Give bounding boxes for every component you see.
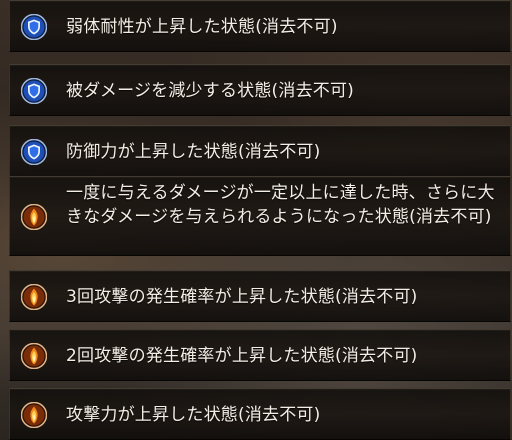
status-row: 3回攻撃の発生確率が上昇した状態(消去不可) xyxy=(9,270,511,322)
status-description: 一度に与えるダメージが一定以上に達した時、さらに大きなダメージを与えられるように… xyxy=(66,183,495,227)
status-description: 攻撃力が上昇した状態(消去不可) xyxy=(66,405,321,425)
shield-icon xyxy=(21,139,47,165)
status-row: 防御力が上昇した状態(消去不可) xyxy=(9,125,511,177)
shield-icon xyxy=(21,14,47,40)
status-description: 防御力が上昇した状態(消去不可) xyxy=(66,142,321,162)
status-row: 一度に与えるダメージが一定以上に達した時、さらに大きなダメージを与えられるように… xyxy=(9,176,511,256)
status-description: 被ダメージを減少する状態(消去不可) xyxy=(66,81,355,101)
shield-icon xyxy=(21,78,47,104)
flame-icon xyxy=(21,284,47,310)
status-row: 攻撃力が上昇した状態(消去不可) xyxy=(9,388,511,440)
status-row: 2回攻撃の発生確率が上昇した状態(消去不可) xyxy=(9,329,511,381)
status-description: 2回攻撃の発生確率が上昇した状態(消去不可) xyxy=(66,346,418,366)
flame-icon xyxy=(21,204,47,230)
flame-icon xyxy=(21,343,47,369)
status-effect-list: 弱体耐性が上昇した状態(消去不可) 被ダメージを減少する状態(消去不可) 防御力… xyxy=(9,0,511,440)
flame-icon xyxy=(21,402,47,428)
status-row: 弱体耐性が上昇した状態(消去不可) xyxy=(9,0,511,52)
status-description: 弱体耐性が上昇した状態(消去不可) xyxy=(66,17,338,37)
status-description: 3回攻撃の発生確率が上昇した状態(消去不可) xyxy=(66,287,418,307)
status-row: 被ダメージを減少する状態(消去不可) xyxy=(9,64,511,116)
